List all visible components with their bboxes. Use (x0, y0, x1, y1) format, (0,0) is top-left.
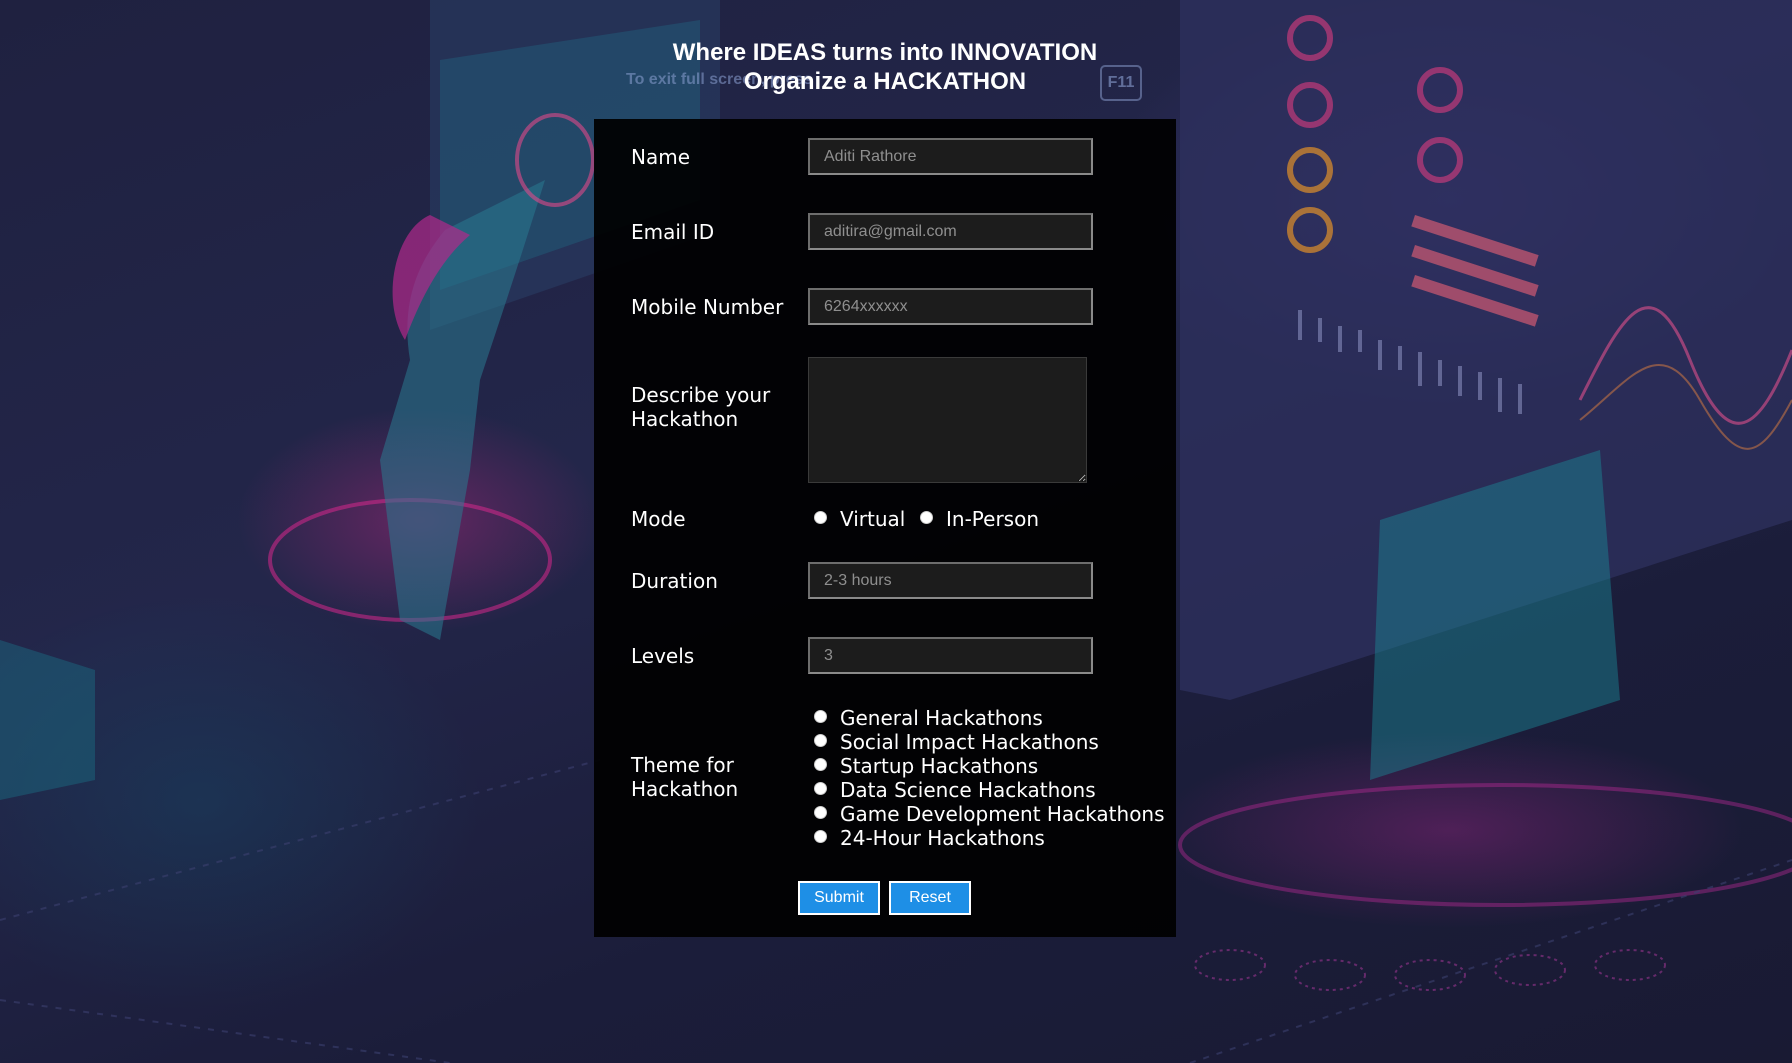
description-label-line-1: Describe your (631, 383, 771, 407)
heading-line-2: Organize a HACKATHON (743, 68, 1027, 95)
mode-label: Mode (631, 507, 686, 531)
hackathon-form: Name Email ID Mobile Number Describe you… (594, 119, 1176, 937)
theme-option-data-science: Data Science Hackathons (840, 778, 1096, 802)
email-input[interactable] (808, 213, 1093, 250)
name-input[interactable] (808, 138, 1093, 175)
theme-option-startup: Startup Hackathons (840, 754, 1039, 778)
theme-option-24-hour: 24-Hour Hackathons (840, 826, 1045, 850)
name-label: Name (631, 145, 691, 169)
duration-label: Duration (631, 569, 718, 593)
theme-radio-general[interactable] (814, 710, 827, 723)
levels-input[interactable] (808, 637, 1093, 674)
theme-label-line-2: Hackathon (631, 777, 739, 801)
levels-label: Levels (631, 644, 695, 668)
theme-option-social-impact: Social Impact Hackathons (840, 730, 1099, 754)
theme-radio-social-impact[interactable] (814, 734, 827, 747)
duration-input[interactable] (808, 562, 1093, 599)
reset-button[interactable]: Reset (889, 881, 971, 915)
theme-radio-game-development[interactable] (814, 806, 827, 819)
mode-radio-virtual[interactable] (814, 511, 827, 524)
theme-radio-data-science[interactable] (814, 782, 827, 795)
mode-radio-in-person[interactable] (920, 511, 933, 524)
mobile-label: Mobile Number (631, 295, 784, 319)
heading-line-1: Where IDEAS turns into INNOVATION (672, 39, 1098, 66)
description-label: Describe your Hackathon (631, 383, 770, 431)
theme-option-game-development: Game Development Hackathons (840, 802, 1165, 826)
theme-option-general: General Hackathons (840, 706, 1043, 730)
description-textarea[interactable] (808, 357, 1087, 483)
theme-label: Theme for Hackathon (631, 753, 738, 801)
theme-radio-startup[interactable] (814, 758, 827, 771)
theme-radio-24-hour[interactable] (814, 830, 827, 843)
submit-button[interactable]: Submit (798, 881, 880, 915)
mode-option-in-person: In-Person (946, 507, 1039, 531)
theme-label-line-1: Theme for (631, 753, 734, 777)
email-label: Email ID (631, 220, 715, 244)
mobile-input[interactable] (808, 288, 1093, 325)
description-label-line-2: Hackathon (631, 407, 739, 431)
mode-option-virtual: Virtual (840, 507, 906, 531)
page-heading: Where IDEAS turns into INNOVATION Organi… (560, 38, 1210, 96)
